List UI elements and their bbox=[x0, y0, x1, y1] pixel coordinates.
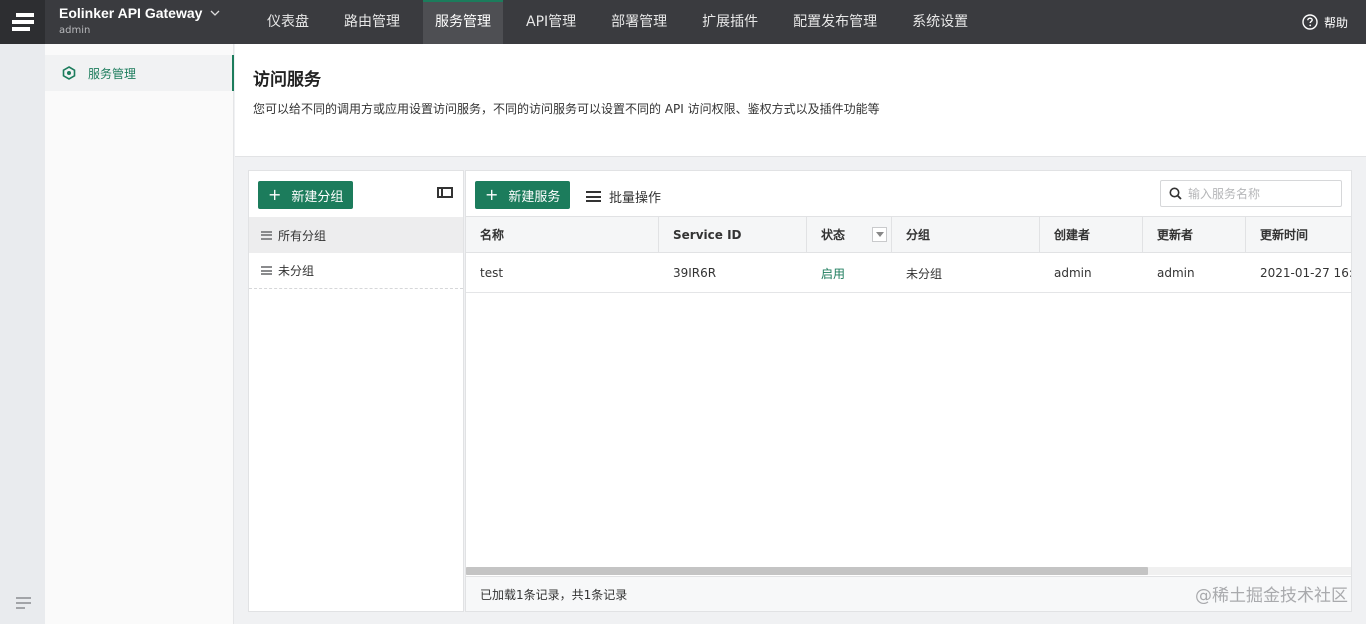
service-panel: + 新建服务 批量操作 名称 Service ID 状态 分组 创建者 更新者 … bbox=[465, 170, 1352, 612]
cell-updater: admin bbox=[1157, 266, 1195, 280]
collapse-menu-icon[interactable] bbox=[16, 597, 31, 610]
logo-icon bbox=[11, 13, 34, 31]
new-group-button[interactable]: + 新建分组 bbox=[258, 181, 354, 209]
page-header: 访问服务 您可以给不同的调用方或应用设置访问服务，不同的访问服务可以设置不同的 … bbox=[235, 44, 1366, 157]
new-group-label: 新建分组 bbox=[291, 189, 344, 205]
current-user: admin bbox=[59, 25, 91, 36]
cell-service-id: 39IR6R bbox=[673, 266, 717, 280]
cell-group: 未分组 bbox=[906, 266, 943, 281]
chevron-down-icon bbox=[210, 10, 220, 16]
help-button[interactable]: 帮助 bbox=[1302, 0, 1348, 44]
nav-api[interactable]: API管理 bbox=[514, 0, 588, 44]
group-label: 所有分组 bbox=[278, 228, 327, 243]
watermark: @稀土掘金技术社区 bbox=[1195, 586, 1348, 606]
app-title: Eolinker API Gateway bbox=[59, 5, 203, 21]
help-label: 帮助 bbox=[1323, 15, 1348, 30]
batch-label: 批量操作 bbox=[609, 191, 662, 206]
plus-icon: + bbox=[485, 185, 499, 204]
nav-services[interactable]: 服务管理 bbox=[423, 0, 503, 44]
group-item-all[interactable]: 所有分组 bbox=[249, 217, 463, 253]
drag-handle-icon[interactable] bbox=[261, 266, 272, 275]
column-header-updated-at[interactable]: 更新时间 bbox=[1246, 217, 1351, 252]
brand[interactable]: Eolinker API Gateway admin bbox=[45, 0, 261, 44]
column-header-updater[interactable]: 更新者 bbox=[1143, 217, 1246, 252]
drag-handle-icon[interactable] bbox=[261, 230, 272, 240]
app-logo[interactable] bbox=[0, 0, 45, 44]
search-box[interactable] bbox=[1160, 180, 1342, 207]
help-icon bbox=[1302, 14, 1318, 30]
nav-plugins[interactable]: 扩展插件 bbox=[690, 0, 770, 44]
column-header-creator[interactable]: 创建者 bbox=[1040, 217, 1143, 252]
service-icon bbox=[62, 66, 76, 80]
toggle-panel-icon[interactable] bbox=[437, 187, 453, 198]
nav-settings[interactable]: 系统设置 bbox=[900, 0, 980, 44]
list-icon bbox=[586, 191, 601, 202]
search-icon bbox=[1169, 187, 1182, 200]
main-nav: 仪表盘 路由管理 服务管理 API管理 部署管理 扩展插件 配置发布管理 系统设… bbox=[255, 0, 991, 44]
group-panel: + 新建分组 所有分组 未分组 bbox=[248, 170, 464, 612]
new-service-button[interactable]: + 新建服务 bbox=[475, 181, 571, 209]
sidebar-item-service-management[interactable]: 服务管理 bbox=[45, 55, 234, 91]
batch-operation-button[interactable]: 批量操作 bbox=[586, 187, 661, 206]
column-header-service-id[interactable]: Service ID bbox=[659, 217, 807, 252]
sidebar: 服务管理 bbox=[45, 44, 234, 624]
group-item-ungrouped[interactable]: 未分组 bbox=[249, 253, 463, 289]
sidebar-item-label: 服务管理 bbox=[88, 66, 137, 81]
column-header-status-label: 状态 bbox=[821, 228, 846, 242]
table-row[interactable]: test 39IR6R 启用 未分组 admin admin 2021-01-2… bbox=[466, 254, 1351, 293]
group-label: 未分组 bbox=[278, 264, 315, 278]
top-bar: Eolinker API Gateway admin 仪表盘 路由管理 服务管理… bbox=[0, 0, 1366, 44]
column-header-group[interactable]: 分组 bbox=[892, 217, 1040, 252]
new-service-label: 新建服务 bbox=[508, 189, 561, 205]
scrollbar-thumb[interactable] bbox=[466, 567, 1148, 575]
column-header-name[interactable]: 名称 bbox=[466, 217, 659, 252]
nav-config-publish[interactable]: 配置发布管理 bbox=[781, 0, 889, 44]
nav-dashboard[interactable]: 仪表盘 bbox=[255, 0, 321, 44]
cell-creator: admin bbox=[1054, 266, 1092, 280]
page-description: 您可以给不同的调用方或应用设置访问服务，不同的访问服务可以设置不同的 API 访… bbox=[253, 102, 880, 116]
plus-icon: + bbox=[268, 185, 282, 204]
column-header-status[interactable]: 状态 bbox=[807, 217, 892, 252]
nav-routes[interactable]: 路由管理 bbox=[332, 0, 412, 44]
horizontal-scrollbar[interactable] bbox=[466, 567, 1351, 575]
left-rail bbox=[0, 44, 45, 624]
cell-name: test bbox=[480, 266, 504, 280]
nav-deploy[interactable]: 部署管理 bbox=[599, 0, 679, 44]
page-title: 访问服务 bbox=[253, 70, 321, 90]
table-header: 名称 Service ID 状态 分组 创建者 更新者 更新时间 bbox=[466, 216, 1351, 253]
cell-updated-at: 2021-01-27 16:0 bbox=[1260, 266, 1351, 280]
cell-status: 启用 bbox=[821, 266, 846, 281]
search-input[interactable] bbox=[1188, 186, 1336, 201]
status-filter-dropdown-icon[interactable] bbox=[872, 227, 887, 242]
